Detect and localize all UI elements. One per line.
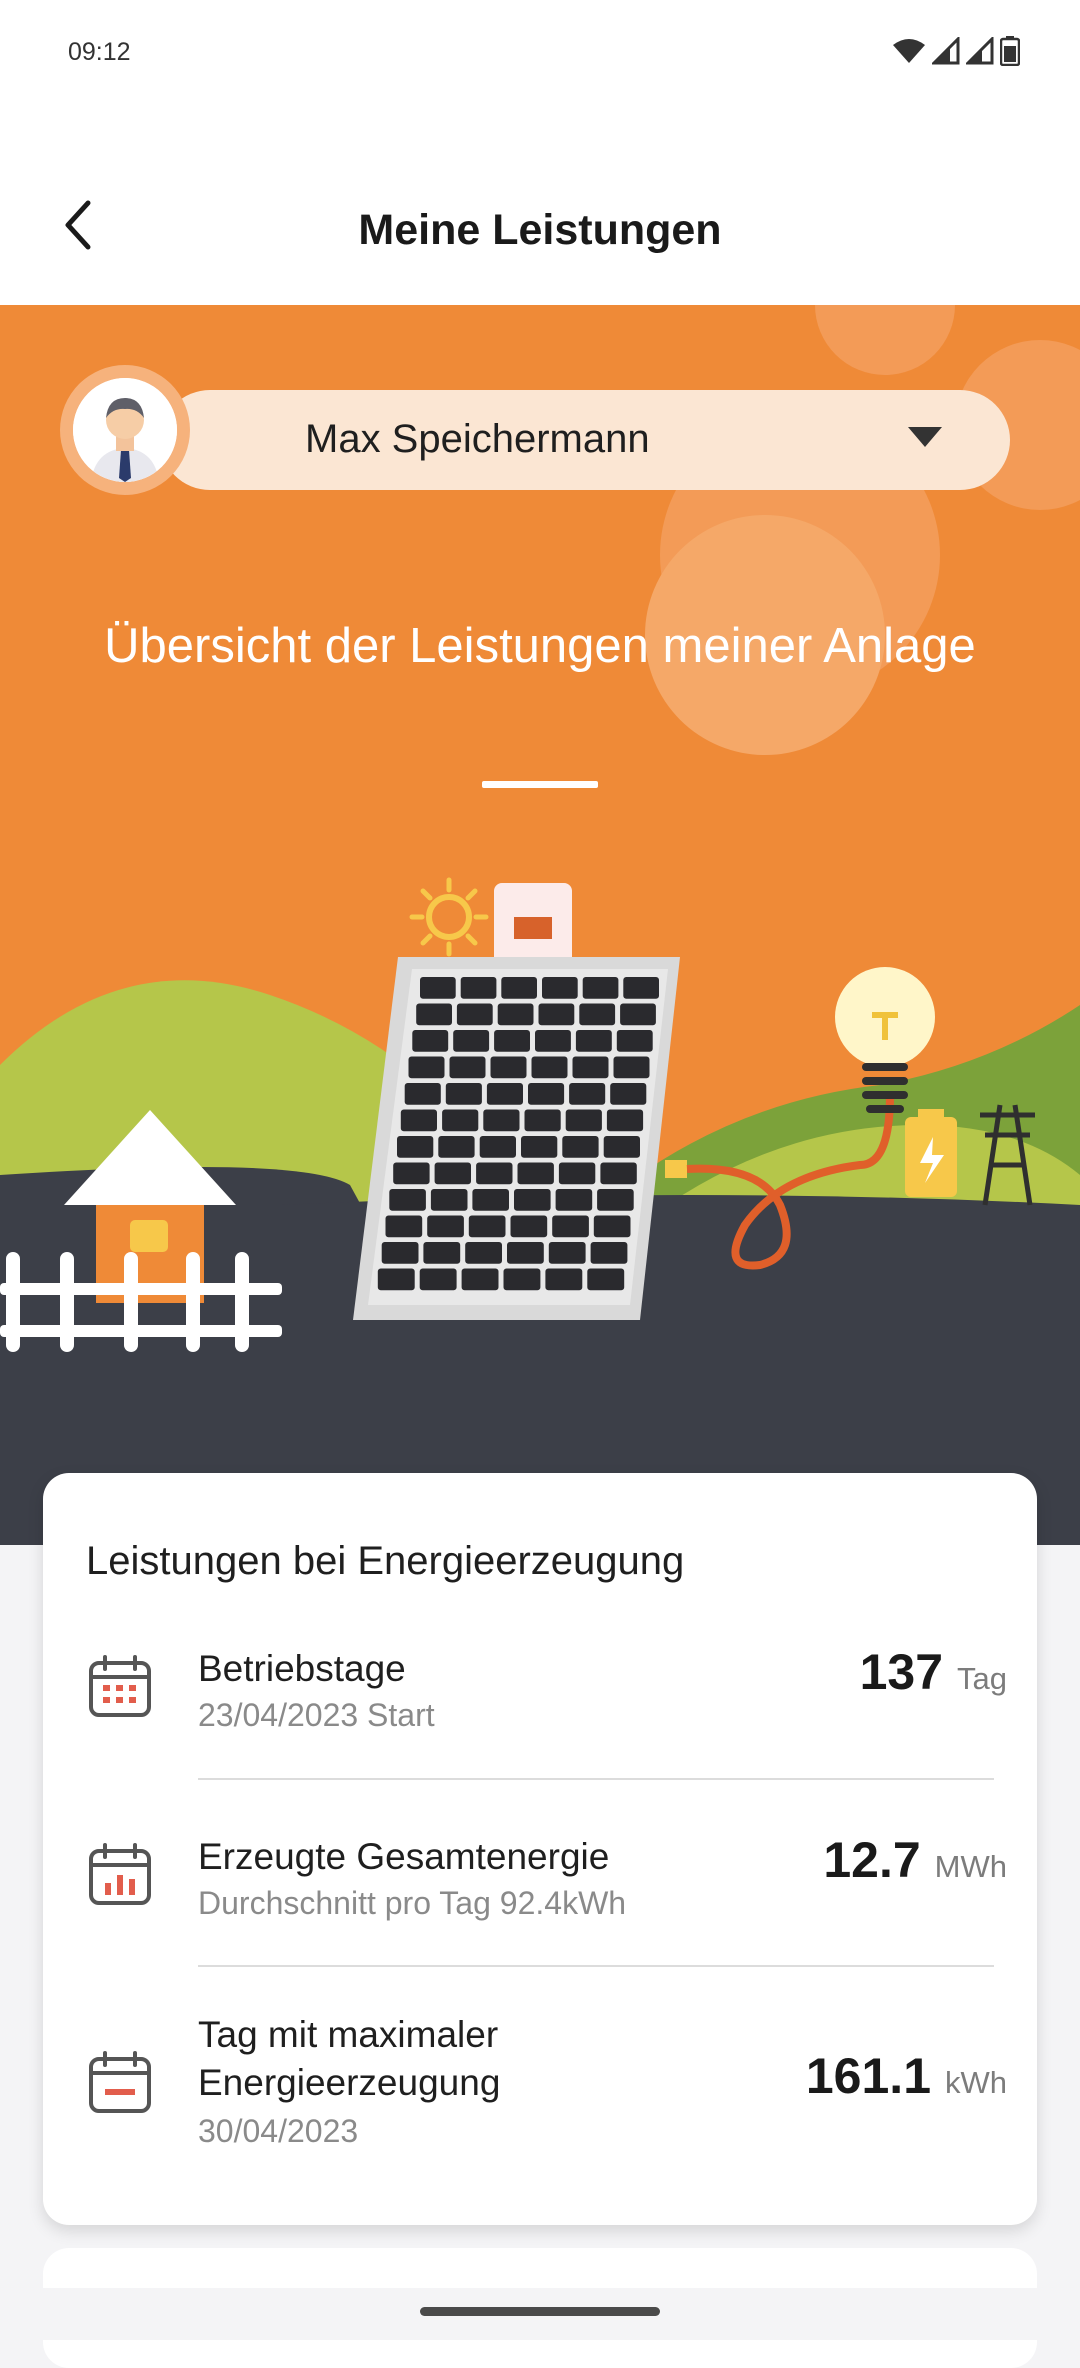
card-title: Leistungen bei Energieerzeugung [86,1539,685,1583]
value-unit: Tag [957,1661,1007,1696]
row-subtext: 30/04/2023 [198,2113,359,2149]
row-label: Erzeugte Gesamtenergie [198,1836,610,1877]
hero-banner: Max Speichermann Übersicht der Leistunge… [0,305,1080,1545]
solar-system-illustration [0,305,1080,1545]
wifi-icon [893,39,925,63]
status-icons [892,36,1020,66]
value-unit: kWh [945,2065,1007,2100]
status-time: 09:12 [68,38,131,66]
list-item-max-day: Tag mit maximaler Energieerzeugung 30/04… [43,2013,1037,2193]
status-bar: 09:12 [0,0,1080,110]
value-number: 161.1 [805,2048,931,2104]
row-subtext: 23/04/2023 Start [198,1697,435,1733]
list-item-total-energy: Erzeugte Gesamtenergie Durchschnitt pro … [43,1832,1037,1961]
divider [198,1778,994,1780]
caret-down-icon [908,427,942,447]
signal-icon [932,37,960,65]
row-value: 161.1 kWh [806,2047,1007,2105]
hero-divider [482,781,598,788]
calendar-dots-icon [89,1655,151,1717]
list-item-operating-days: Betriebstage 23/04/2023 Start 137 Tag [43,1644,1037,1773]
user-name: Max Speichermann [305,417,650,461]
hero-title: Übersicht der Leistungen meiner Anlage [104,619,976,673]
value-number: 137 [859,1644,944,1700]
user-avatar-icon [73,378,177,482]
divider [198,1965,994,1967]
row-label: Tag mit maximaler [198,2014,499,2055]
row-value: 12.7 MWh [823,1831,1007,1889]
calendar-minus-icon [89,2051,151,2113]
value-unit: MWh [934,1849,1007,1884]
row-value: 137 Tag [860,1643,1007,1701]
row-label: Betriebstage [198,1648,406,1689]
app-header: Meine Leistungen [0,110,1080,305]
battery-icon [1000,36,1020,66]
calendar-chart-icon [89,1843,151,1905]
page-title: Meine Leistungen [358,206,722,254]
user-selector[interactable]: Max Speichermann [60,365,1010,495]
signal-icon [966,37,994,65]
value-number: 12.7 [823,1832,921,1888]
home-indicator[interactable] [420,2307,660,2316]
row-subtext: Durchschnitt pro Tag 92.4kWh [198,1885,627,1921]
performance-card: Leistungen bei Energieerzeugung Betriebs… [43,1473,1037,2225]
row-label: Energieerzeugung [198,2062,501,2103]
avatar [60,365,190,495]
